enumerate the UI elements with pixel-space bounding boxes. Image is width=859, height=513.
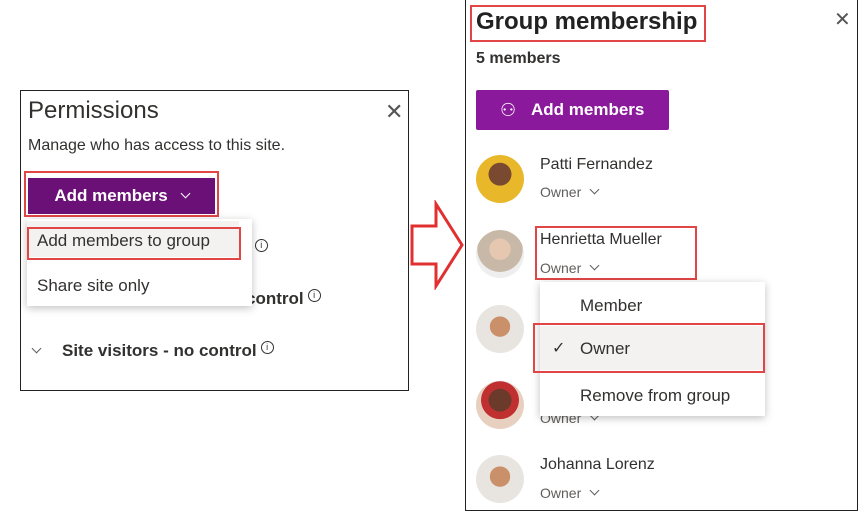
avatar[interactable] bbox=[476, 305, 524, 353]
highlight-add-members bbox=[24, 171, 219, 217]
highlight-owner bbox=[533, 323, 765, 373]
avatar[interactable] bbox=[476, 455, 524, 503]
add-members-label: Add members bbox=[531, 100, 645, 119]
section-label: Site visitors - no control bbox=[62, 341, 257, 360]
section-members[interactable]: control i bbox=[246, 289, 321, 309]
chevron-down-icon bbox=[31, 343, 42, 354]
role-label: Owner bbox=[540, 184, 582, 200]
info-icon[interactable]: i bbox=[307, 289, 321, 302]
member-count: 5 members bbox=[476, 50, 561, 67]
chevron-down-icon bbox=[589, 485, 600, 496]
highlight-member bbox=[535, 226, 697, 280]
avatar[interactable] bbox=[476, 381, 524, 429]
chevron-down-icon bbox=[589, 184, 600, 195]
info-icon[interactable]: i bbox=[254, 239, 268, 252]
avatar[interactable] bbox=[476, 155, 524, 203]
panel-title: Permissions bbox=[28, 97, 159, 124]
role-dropdown[interactable]: Owner bbox=[540, 485, 600, 501]
right-arrow-icon bbox=[410, 200, 464, 290]
add-people-icon: ⚇ bbox=[500, 100, 517, 120]
role-label: Owner bbox=[540, 485, 582, 501]
avatar[interactable] bbox=[476, 230, 524, 278]
highlight-add-to-group bbox=[27, 227, 241, 260]
role-option-member[interactable]: Member bbox=[580, 296, 642, 316]
member-name: Johanna Lorenz bbox=[540, 456, 655, 473]
role-dropdown[interactable]: Owner bbox=[540, 184, 600, 200]
add-members-button[interactable]: ⚇ Add members bbox=[476, 90, 669, 130]
role-option-remove[interactable]: Remove from group bbox=[580, 386, 730, 406]
close-icon[interactable]: ✕ bbox=[385, 99, 403, 125]
info-icon[interactable]: i bbox=[260, 341, 274, 354]
close-icon[interactable]: ✕ bbox=[834, 7, 851, 32]
member-name: Patti Fernandez bbox=[540, 156, 653, 173]
highlight-title bbox=[470, 5, 706, 42]
panel-description: Manage who has access to this site. bbox=[28, 137, 286, 154]
section-visitors[interactable]: Site visitors - no control i bbox=[31, 341, 274, 361]
section-label: control bbox=[246, 289, 304, 308]
menu-item-share-site-only[interactable]: Share site only bbox=[37, 276, 149, 296]
